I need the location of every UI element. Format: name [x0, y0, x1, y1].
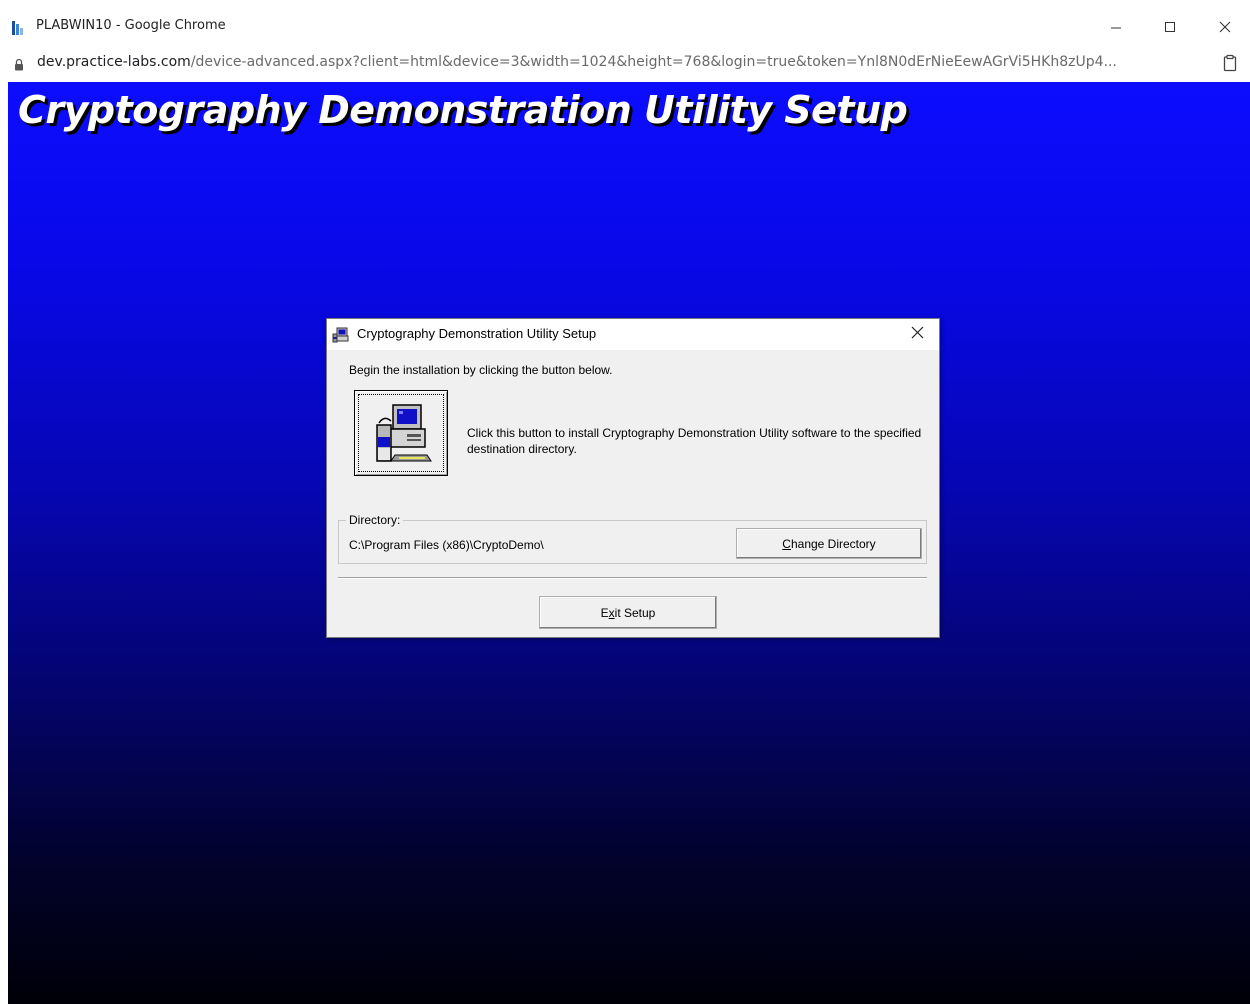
minimize-button[interactable]: [1096, 14, 1136, 40]
separator: [338, 577, 927, 579]
change-directory-label: hange Directory: [790, 536, 876, 551]
window-title: PLABWIN10 - Google Chrome: [36, 18, 226, 33]
exit-setup-label-start: E: [600, 605, 609, 620]
intro-text: Begin the installation by clicking the b…: [349, 363, 613, 377]
setup-computer-icon: [332, 326, 350, 344]
directory-label: Directory:: [346, 513, 404, 527]
dialog-close-button[interactable]: [905, 323, 929, 347]
dialog-titlebar[interactable]: Cryptography Demonstration Utility Setup: [327, 319, 939, 350]
exit-setup-label-end: it Setup: [614, 605, 656, 620]
close-icon: [1219, 18, 1231, 37]
close-icon: [911, 326, 924, 344]
chrome-window: PLABWIN10 - Google Chrome dev.practice-l…: [0, 0, 1250, 1004]
url-text[interactable]: dev.practice-labs.com/device-advanced.as…: [37, 54, 1197, 70]
setup-banner-title: Cryptography Demonstration Utility Setup: [18, 88, 908, 132]
install-description: Click this button to install Cryptograph…: [467, 426, 922, 456]
directory-path: C:\Program Files (x86)\CryptoDemo\: [349, 538, 544, 552]
exit-setup-button[interactable]: Ex it Setup: [539, 596, 717, 629]
change-directory-accelerator: C: [782, 536, 791, 551]
minimize-icon: [1110, 18, 1122, 37]
directory-group: Directory: C:\Program Files (x86)\Crypto…: [338, 513, 927, 564]
url-path: /device-advanced.aspx?client=html&device…: [190, 54, 1117, 70]
lock-icon[interactable]: [14, 56, 24, 71]
url-host: dev.practice-labs.com: [37, 54, 191, 70]
change-directory-button[interactable]: Change Directory: [736, 528, 922, 559]
maximize-icon: [1164, 18, 1176, 37]
maximize-button[interactable]: [1150, 14, 1190, 40]
dialog-title: Cryptography Demonstration Utility Setup: [357, 326, 597, 341]
address-bar[interactable]: dev.practice-labs.com/device-advanced.as…: [0, 52, 1250, 78]
browser-titlebar: PLABWIN10 - Google Chrome: [0, 0, 1250, 52]
remote-desktop-viewport[interactable]: Cryptography Demonstration Utility Setup…: [8, 82, 1250, 1004]
window-close-button[interactable]: [1205, 14, 1245, 40]
setup-dialog: Cryptography Demonstration Utility Setup…: [326, 318, 940, 638]
practice-labs-logo-icon: [11, 20, 25, 36]
clipboard-icon[interactable]: [1222, 54, 1238, 72]
install-computer-icon: [369, 401, 433, 470]
install-button[interactable]: [354, 390, 448, 476]
